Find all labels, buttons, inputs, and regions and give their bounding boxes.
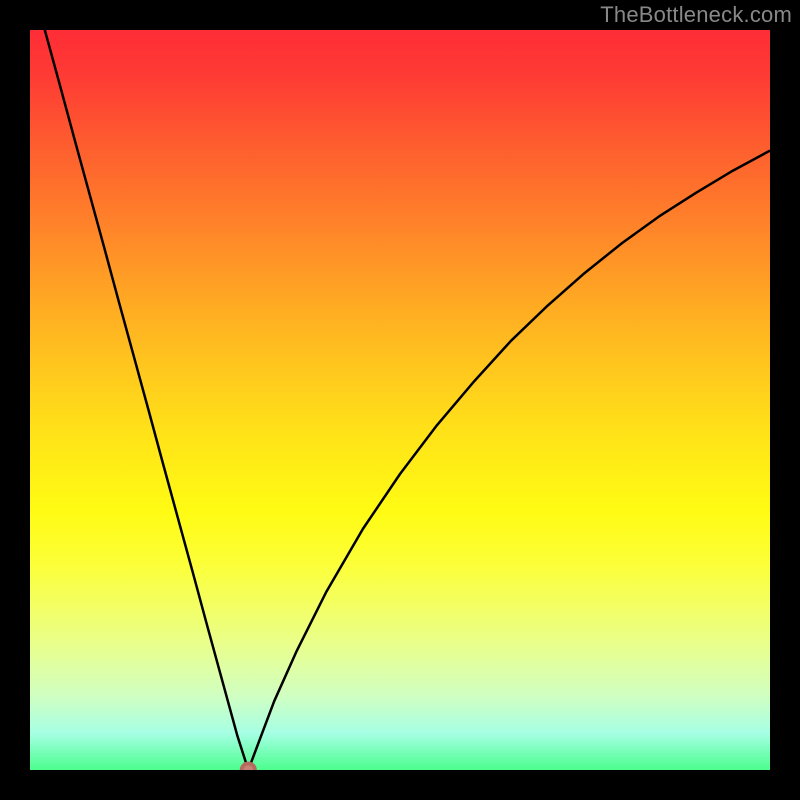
watermark-text: TheBottleneck.com: [600, 2, 792, 28]
chart-frame: TheBottleneck.com: [0, 0, 800, 800]
bottleneck-curve: [30, 30, 770, 770]
minimum-marker: [242, 763, 255, 770]
plot-area: [30, 30, 770, 770]
curve-path: [30, 30, 770, 770]
